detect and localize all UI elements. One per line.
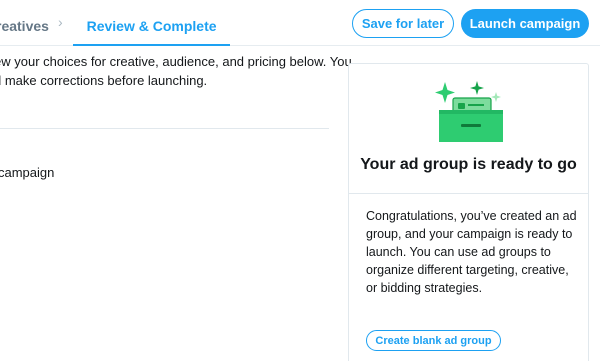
sparkle-icon	[435, 82, 455, 103]
card-title: Your ad group is ready to go	[360, 156, 577, 173]
chevron-right-icon: ›	[57, 14, 63, 30]
intro-line: ew your choices for creative, audience, …	[0, 54, 352, 69]
ad-group-tray-icon	[435, 81, 503, 142]
step-breadcrumb: reatives › Review & Complete	[0, 0, 230, 46]
step-review-complete[interactable]: Review & Complete	[72, 0, 230, 46]
top-bar: reatives › Review & Complete Save for la…	[0, 0, 600, 46]
card-body-text: Congratulations, you’ve created an ad gr…	[366, 207, 577, 297]
card-body-line: group, and your campaign is ready to	[366, 227, 573, 241]
campaign-label: campaign	[0, 165, 55, 180]
ad-group-ready-card: Your ad group is ready to go Congratulat…	[348, 63, 589, 361]
sparkle-icon	[491, 92, 501, 102]
section-divider	[0, 128, 329, 129]
create-blank-ad-group-button[interactable]: Create blank ad group	[366, 330, 501, 351]
card-body-line: launch. You can use ad groups to	[366, 245, 551, 259]
save-for-later-button[interactable]: Save for later	[352, 9, 454, 38]
card-body-line: Congratulations, you’ve created an ad	[366, 209, 577, 223]
card-body-line: or bidding strategies.	[366, 281, 483, 295]
card-body-line: organize different targeting, creative,	[366, 263, 569, 277]
review-complete-page: reatives › Review & Complete Save for la…	[0, 0, 600, 361]
intro-line: d make corrections before launching.	[0, 73, 208, 88]
step-creatives[interactable]: reatives	[0, 0, 49, 45]
review-intro-text: ew your choices for creative, audience, …	[0, 52, 352, 90]
launch-campaign-button[interactable]: Launch campaign	[461, 9, 589, 38]
card-divider	[349, 193, 588, 194]
sparkle-icon	[470, 81, 484, 95]
